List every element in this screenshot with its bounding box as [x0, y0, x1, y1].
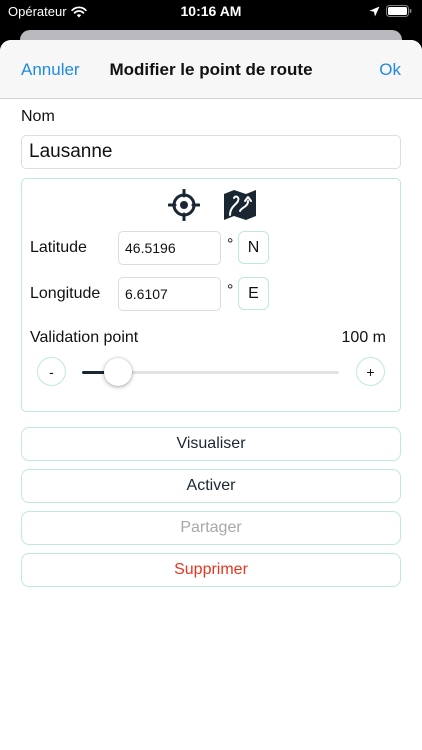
latitude-label: Latitude [30, 239, 87, 256]
ok-button[interactable]: Ok [379, 60, 401, 80]
name-label: Nom [21, 108, 55, 125]
latitude-degree-symbol: ° [227, 236, 234, 253]
validation-point-value: 100 m [341, 329, 386, 346]
status-bar: Opérateur 10:16 AM [0, 0, 422, 26]
share-button[interactable]: Partager [21, 511, 401, 545]
edit-waypoint-sheet: Annuler Modifier le point de route Ok No… [0, 40, 422, 750]
location-arrow-icon [369, 6, 380, 16]
longitude-degree-symbol: ° [227, 282, 234, 299]
coordinates-panel: Latitude ° N Longitude ° E Validation po… [21, 178, 401, 412]
name-field[interactable] [21, 135, 401, 169]
latitude-hemisphere-button[interactable]: N [238, 231, 269, 264]
activate-button[interactable]: Activer [21, 469, 401, 503]
longitude-input[interactable] [118, 277, 221, 311]
crosshair-target-icon[interactable] [168, 189, 200, 221]
status-right [369, 5, 412, 17]
slider-thumb[interactable] [103, 358, 132, 386]
page-title: Modifier le point de route [109, 60, 313, 79]
increment-button[interactable]: + [356, 357, 385, 386]
decrement-button[interactable]: - [37, 357, 66, 386]
map-icon[interactable] [223, 189, 257, 221]
latitude-input[interactable] [118, 231, 221, 265]
navigation-bar: Annuler Modifier le point de route Ok [0, 40, 422, 99]
longitude-label: Longitude [30, 285, 101, 302]
longitude-hemisphere-button[interactable]: E [238, 277, 269, 310]
battery-icon [386, 5, 412, 17]
validation-slider[interactable] [82, 358, 339, 386]
validation-point-label: Validation point [30, 329, 139, 346]
status-time: 10:16 AM [180, 3, 242, 19]
delete-button[interactable]: Supprimer [21, 553, 401, 587]
visualize-button[interactable]: Visualiser [21, 427, 401, 461]
